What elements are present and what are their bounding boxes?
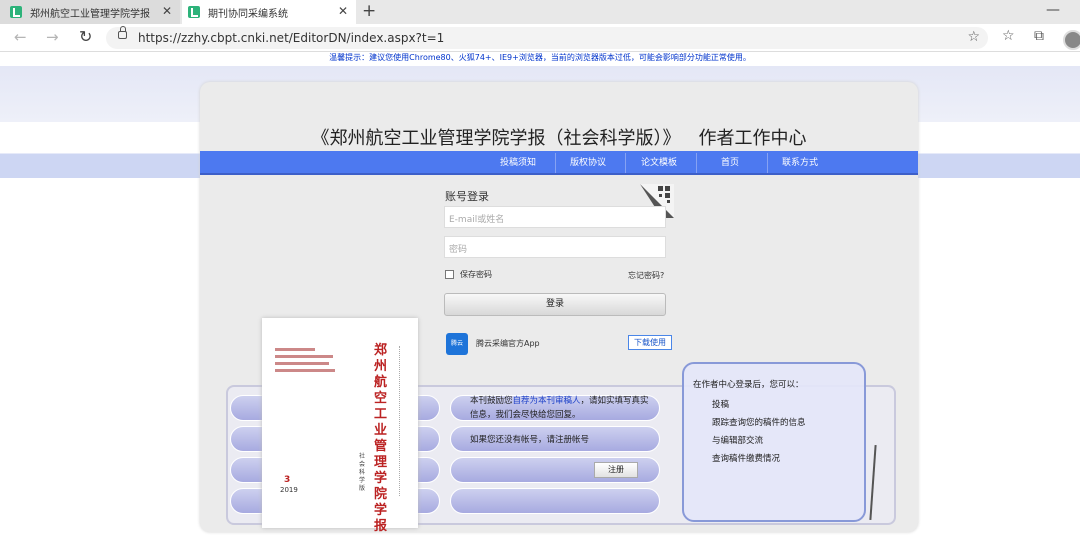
- login-heading: 账号登录: [445, 190, 489, 203]
- cover-title: 郑州航空工业管理学院学报: [374, 343, 388, 534]
- tab-bar: 郑州航空工业管理学院学报（社会 ✕ 期刊协同采编系统 ✕ + —: [0, 0, 1080, 24]
- journal-name: 《郑州航空工业管理学院学报（社会科学版）》: [311, 128, 681, 149]
- page-title: 《郑州航空工业管理学院学报（社会科学版）》 作者工作中心: [200, 124, 918, 150]
- decor-bar: [450, 488, 660, 514]
- benefit-item: 跟踪查询您的稿件的信息: [712, 418, 806, 428]
- favorite-star-icon[interactable]: ☆: [967, 29, 980, 45]
- url-text: https://zzhy.cbpt.cnki.net/EditorDN/inde…: [138, 31, 445, 45]
- cover-subtitle: 社会科学版: [359, 453, 366, 492]
- back-icon[interactable]: ←: [14, 28, 27, 46]
- reviewer-text-pre: 本刊鼓励您: [470, 396, 513, 406]
- forward-icon[interactable]: →: [46, 28, 59, 46]
- no-account-text: 如果您还没有帐号，请注册帐号: [470, 435, 590, 445]
- reload-icon[interactable]: ↻: [79, 27, 92, 46]
- tab-journal[interactable]: 郑州航空工业管理学院学报（社会 ✕: [0, 0, 180, 24]
- benefits-heading: 在作者中心登录后，您可以：: [693, 380, 804, 390]
- url-field[interactable]: https://zzhy.cbpt.cnki.net/EditorDN/inde…: [106, 26, 988, 49]
- close-icon[interactable]: ✕: [162, 4, 172, 18]
- favorites-icon[interactable]: ☆: [1002, 28, 1015, 44]
- remember-checkbox[interactable]: [445, 270, 454, 279]
- close-icon[interactable]: ✕: [338, 4, 348, 18]
- app-name: 腾云采编官方App: [476, 339, 540, 348]
- benefit-item: 与编辑部交流: [712, 436, 764, 446]
- nav-menu: 投稿须知 版权协议 论文模板 首页 联系方式: [200, 151, 918, 175]
- cover-english-title: [399, 346, 405, 496]
- password-field[interactable]: 密码: [444, 236, 666, 258]
- download-app-button[interactable]: 下载使用: [628, 335, 672, 350]
- tab-label: 期刊协同采编系统: [208, 8, 288, 20]
- login-button[interactable]: 登录: [444, 293, 666, 316]
- center-name: 作者工作中心: [698, 128, 807, 149]
- menu-submission-notice[interactable]: 投稿须知: [483, 151, 556, 175]
- cover-text-lines: [275, 348, 335, 376]
- benefit-item: 查询稿件缴费情况: [712, 454, 781, 464]
- forgot-password-link[interactable]: 忘记密码?: [628, 270, 664, 281]
- app-logo-icon: 腾云: [446, 333, 468, 355]
- minimize-icon[interactable]: —: [1046, 2, 1060, 18]
- address-bar: ← → ↻ https://zzhy.cbpt.cnki.net/EditorD…: [0, 24, 1080, 52]
- remember-password[interactable]: 保存密码: [445, 269, 492, 280]
- menu-contact[interactable]: 联系方式: [765, 151, 835, 175]
- tab-editor-system[interactable]: 期刊协同采编系统 ✕: [182, 0, 356, 24]
- new-tab-icon[interactable]: +: [362, 1, 376, 21]
- favicon-icon: [10, 6, 22, 18]
- reviewer-invite: 本刊鼓励您自荐为本刊审稿人，请如实填写真实信息，我们会尽快给您回复。: [470, 394, 650, 422]
- favicon-icon: [188, 6, 200, 18]
- journal-cover: 郑州航空工业管理学院学报 社会科学版 3 2019: [262, 318, 418, 534]
- browser-notice: 温馨提示：建议您使用Chrome80、火狐74+、IE9+浏览器，当前的浏览器版…: [329, 53, 751, 62]
- menu-home[interactable]: 首页: [695, 151, 768, 175]
- reviewer-link[interactable]: 自荐为本刊审稿人: [513, 396, 581, 406]
- tab-label: 郑州航空工业管理学院学报（社会: [30, 8, 150, 20]
- avatar[interactable]: [1063, 30, 1080, 50]
- benefit-item: 投稿: [712, 400, 730, 410]
- username-field[interactable]: E-mail或姓名: [444, 206, 666, 228]
- lock-icon: [118, 26, 127, 39]
- cover-year: 2019: [280, 486, 298, 494]
- menu-copyright[interactable]: 版权协议: [553, 151, 626, 175]
- menu-template[interactable]: 论文模板: [624, 151, 697, 175]
- cover-issue: 3: [284, 475, 291, 485]
- collections-icon[interactable]: ⧉: [1034, 28, 1044, 44]
- register-button[interactable]: 注册: [594, 462, 638, 478]
- remember-label: 保存密码: [460, 270, 492, 279]
